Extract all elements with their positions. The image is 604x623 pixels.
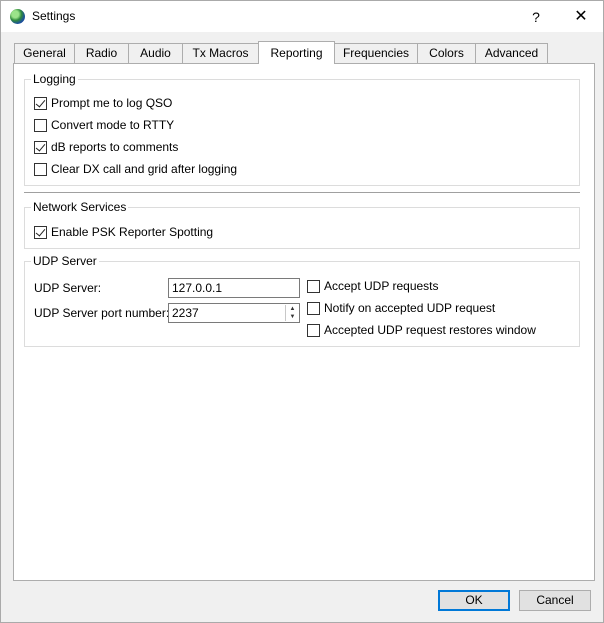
checkbox-box[interactable]: [34, 96, 47, 110]
tab-reporting[interactable]: Reporting: [258, 41, 335, 64]
checkbox-box[interactable]: [34, 162, 47, 176]
tab-radio[interactable]: Radio: [74, 43, 129, 63]
checkbox-label: Accept UDP requests: [324, 279, 439, 293]
tab-general[interactable]: General: [14, 43, 75, 63]
checkbox-box[interactable]: [307, 279, 320, 293]
tab-advanced[interactable]: Advanced: [475, 43, 548, 63]
udp-server-input[interactable]: 127.0.0.1: [168, 278, 300, 298]
udp-server-label: UDP Server:: [34, 281, 102, 295]
psk-reporter-checkbox[interactable]: Enable PSK Reporter Spotting: [34, 224, 213, 240]
udp-restores-window-checkbox[interactable]: Accepted UDP request restores window: [307, 322, 536, 338]
checkbox-label: Notify on accepted UDP request: [324, 301, 496, 315]
prompt-log-qso-checkbox[interactable]: Prompt me to log QSO: [34, 95, 172, 111]
spin-down-icon[interactable]: ▼: [286, 313, 299, 321]
checkbox-label: Enable PSK Reporter Spotting: [51, 225, 214, 239]
globe-icon: [10, 9, 25, 24]
window-title: Settings: [32, 9, 76, 23]
tab-audio[interactable]: Audio: [128, 43, 183, 63]
checkbox-box[interactable]: [34, 225, 47, 239]
checkbox-box[interactable]: [34, 140, 47, 154]
settings-window: Settings ? ✕ General Radio Audio Tx Macr…: [0, 0, 604, 623]
tab-tx-macros[interactable]: Tx Macros: [182, 43, 259, 63]
udp-port-label: UDP Server port number:: [34, 306, 170, 320]
db-reports-comments-checkbox[interactable]: dB reports to comments: [34, 139, 178, 155]
checkbox-label: Prompt me to log QSO: [51, 96, 173, 110]
accept-udp-checkbox[interactable]: Accept UDP requests: [307, 278, 439, 294]
udp-port-input[interactable]: 2237: [168, 303, 300, 323]
cancel-button[interactable]: Cancel: [519, 590, 591, 611]
reporting-tab-page: Logging Prompt me to log QSO Convert mod…: [13, 63, 595, 581]
checkbox-box[interactable]: [307, 301, 320, 315]
checkbox-label: dB reports to comments: [51, 140, 179, 154]
clear-dx-call-checkbox[interactable]: Clear DX call and grid after logging: [34, 161, 237, 177]
checkbox-label: Accepted UDP request restores window: [324, 323, 536, 337]
tab-colors[interactable]: Colors: [417, 43, 476, 63]
ok-button[interactable]: OK: [438, 590, 510, 611]
close-button[interactable]: ✕: [564, 4, 598, 30]
separator-line: [24, 192, 580, 193]
udp-server-legend: UDP Server: [33, 254, 97, 268]
spin-up-icon[interactable]: ▲: [286, 305, 299, 313]
checkbox-label: Clear DX call and grid after logging: [51, 162, 238, 176]
convert-mode-rtty-checkbox[interactable]: Convert mode to RTTY: [34, 117, 174, 133]
checkbox-box[interactable]: [34, 118, 47, 132]
checkbox-label: Convert mode to RTTY: [51, 118, 175, 132]
help-button[interactable]: ?: [521, 4, 551, 30]
network-services-legend: Network Services: [33, 200, 127, 214]
udp-port-spinner[interactable]: ▲ ▼: [285, 305, 299, 321]
close-icon: ✕: [574, 8, 588, 25]
logging-legend: Logging: [33, 72, 76, 86]
title-bar: Settings ? ✕: [1, 1, 603, 32]
tab-frequencies[interactable]: Frequencies: [334, 43, 418, 63]
checkbox-box[interactable]: [307, 323, 320, 337]
notify-udp-checkbox[interactable]: Notify on accepted UDP request: [307, 300, 495, 316]
